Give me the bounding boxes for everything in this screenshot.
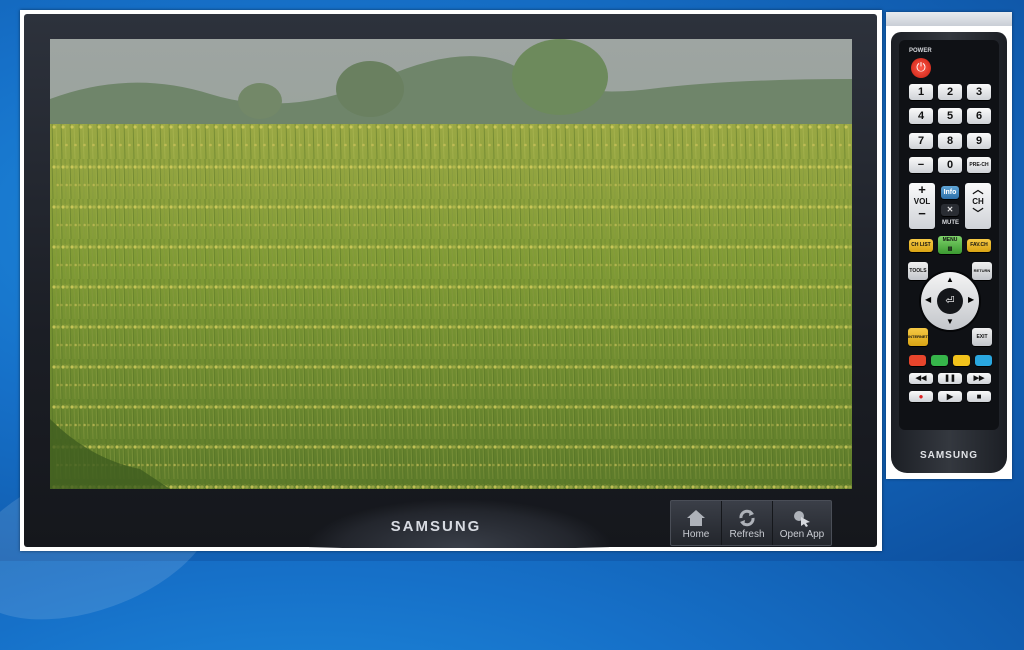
return-button[interactable]: RETURN xyxy=(972,262,992,280)
mute-icon: ✕ xyxy=(946,205,954,214)
digit-6-button[interactable]: 6 xyxy=(967,108,991,124)
record-icon: ● xyxy=(918,392,924,401)
pause-icon: ❚❚ xyxy=(944,375,956,382)
internet-button[interactable]: INTERNET xyxy=(908,328,928,346)
home-label: Home xyxy=(682,529,710,540)
digit-3-button[interactable]: 3 xyxy=(967,84,991,100)
rewind-button[interactable]: ◀◀ xyxy=(909,373,933,384)
rewind-icon: ◀◀ xyxy=(915,375,927,382)
vol-down[interactable]: − xyxy=(909,207,935,220)
red-key[interactable] xyxy=(909,355,926,366)
power-button[interactable]: ⏻ xyxy=(911,58,931,78)
home-button[interactable]: Home xyxy=(671,501,722,545)
tv-toolbar: Home Refresh Open App xyxy=(670,500,832,546)
digit-8-button[interactable]: 8 xyxy=(938,133,962,149)
tv-app-window: SAMSUNG Home Refresh Open App xyxy=(20,10,882,551)
record-button[interactable]: ● xyxy=(909,391,933,402)
ch-label: CH xyxy=(972,197,984,206)
right-arrow-icon[interactable]: ▶ xyxy=(968,295,974,304)
play-icon: ▶ xyxy=(946,392,954,401)
stop-icon: ■ xyxy=(976,392,982,401)
dash-button[interactable]: − xyxy=(909,157,933,173)
open-app-icon xyxy=(794,511,810,527)
remote-control-window: POWER ⏻ 1 2 3 4 5 6 7 8 9 − 0 PRE-CH + V… xyxy=(886,12,1012,479)
fast-forward-button[interactable]: ▶▶ xyxy=(967,373,991,384)
ch-list-button[interactable]: CH LIST xyxy=(909,239,933,252)
refresh-icon xyxy=(739,509,755,527)
power-icon: ⏻ xyxy=(916,60,926,74)
refresh-label: Refresh xyxy=(729,529,765,540)
field-of-yellow-flowers-image xyxy=(50,39,852,489)
power-label: POWER xyxy=(909,48,932,54)
blue-key[interactable] xyxy=(975,355,992,366)
refresh-button[interactable]: Refresh xyxy=(722,501,773,545)
channel-rocker[interactable]: ︿ CH ﹀ xyxy=(965,183,991,229)
menu-label: MENU xyxy=(942,237,958,243)
volume-rocker[interactable]: + VOL − xyxy=(909,183,935,229)
remote-face: POWER ⏻ 1 2 3 4 5 6 7 8 9 − 0 PRE-CH + V… xyxy=(899,40,999,430)
mute-label: MUTE xyxy=(942,220,959,226)
enter-icon: ⏎ xyxy=(945,295,955,307)
d-pad[interactable]: ▲ ▼ ◀ ▶ ⏎ xyxy=(921,272,979,330)
exit-button[interactable]: EXIT xyxy=(972,328,992,346)
pre-ch-button[interactable]: PRE-CH xyxy=(967,157,991,173)
digit-5-button[interactable]: 5 xyxy=(938,108,962,124)
remote-title-bar xyxy=(886,12,1012,26)
tv-screen[interactable] xyxy=(50,39,852,489)
fast-forward-icon: ▶▶ xyxy=(973,375,985,382)
open-app-button[interactable]: Open App xyxy=(773,501,831,545)
play-button[interactable]: ▶ xyxy=(938,391,962,402)
info-button[interactable]: Info xyxy=(941,186,959,199)
yellow-key[interactable] xyxy=(953,355,970,366)
green-key[interactable] xyxy=(931,355,948,366)
enter-button[interactable]: ⏎ xyxy=(937,288,963,314)
pause-button[interactable]: ❚❚ xyxy=(938,373,962,384)
menu-icon: ▥ xyxy=(947,246,953,252)
digit-9-button[interactable]: 9 xyxy=(967,133,991,149)
fav-ch-button[interactable]: FAV.CH xyxy=(967,239,991,252)
remote-control: POWER ⏻ 1 2 3 4 5 6 7 8 9 − 0 PRE-CH + V… xyxy=(891,32,1007,473)
up-arrow-icon[interactable]: ▲ xyxy=(946,275,954,284)
menu-button[interactable]: MENU ▥ xyxy=(938,236,962,254)
open-app-label: Open App xyxy=(779,529,825,540)
ch-up-icon[interactable]: ︿ xyxy=(965,183,991,197)
left-arrow-icon[interactable]: ◀ xyxy=(925,295,931,304)
stop-button[interactable]: ■ xyxy=(967,391,991,402)
down-arrow-icon[interactable]: ▼ xyxy=(946,317,954,326)
mute-button[interactable]: ✕ xyxy=(941,204,959,216)
digit-1-button[interactable]: 1 xyxy=(909,84,933,100)
digit-7-button[interactable]: 7 xyxy=(909,133,933,149)
remote-brand-logo: SAMSUNG xyxy=(919,450,979,461)
home-icon xyxy=(687,510,705,526)
digit-0-button[interactable]: 0 xyxy=(938,157,962,173)
digit-2-button[interactable]: 2 xyxy=(938,84,962,100)
vol-up[interactable]: + xyxy=(909,183,935,196)
digit-4-button[interactable]: 4 xyxy=(909,108,933,124)
ch-down-icon[interactable]: ﹀ xyxy=(965,207,991,221)
tv-bezel xyxy=(24,14,877,548)
tools-button[interactable]: TOOLS xyxy=(908,262,928,280)
